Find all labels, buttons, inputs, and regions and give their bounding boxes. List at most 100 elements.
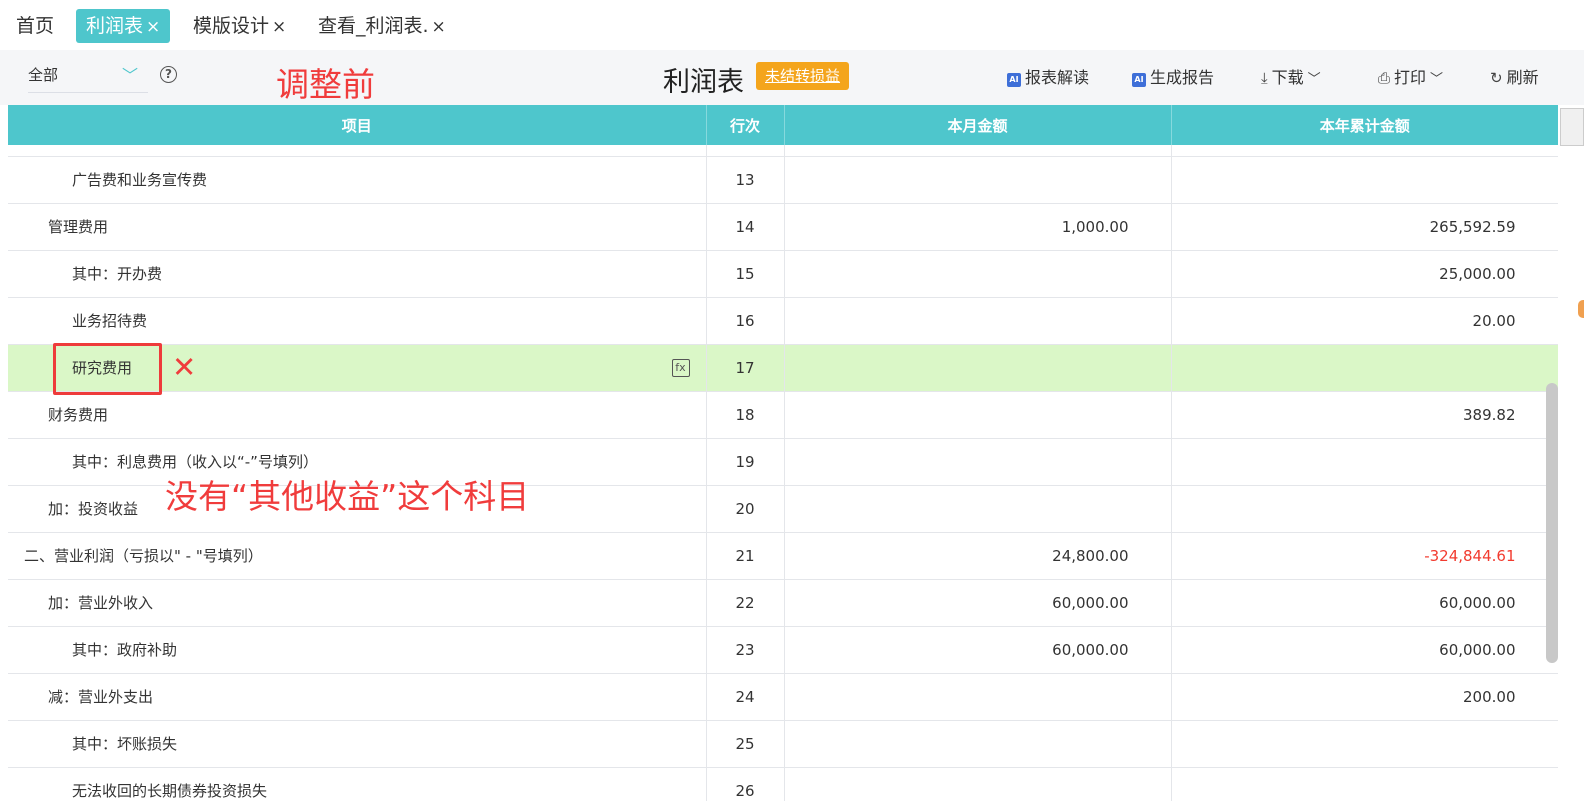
row-month-amount[interactable]: 60,000.00	[784, 579, 1172, 627]
row-ytd-amount[interactable]: 60,000.00	[1171, 626, 1558, 674]
row-line-no: 17	[706, 344, 785, 392]
table-row[interactable]: 二、营业利润（亏损以" - "号填列） 21 24,800.00 -324,84…	[8, 532, 1558, 580]
row-item-name: 其中：开办费	[8, 250, 707, 298]
header-item: 项目	[8, 105, 707, 145]
row-ytd-amount[interactable]	[1171, 344, 1558, 392]
report-interpret-button[interactable]: AI 报表解读	[1007, 66, 1089, 90]
table-row[interactable]: 加：营业外收入 22 60,000.00 60,000.00	[8, 579, 1558, 627]
scope-selected-value: 全部	[28, 66, 59, 84]
annotation-missing-account: 没有“其他收益”这个科目	[165, 477, 530, 516]
row-ytd-amount[interactable]: 20.00	[1171, 297, 1558, 345]
cross-icon: ✕	[172, 350, 197, 384]
row-month-amount[interactable]	[784, 344, 1172, 392]
row-line-no: 15	[706, 250, 785, 298]
table-row-selected[interactable]: 研究费用 fx 17	[8, 344, 1558, 392]
download-button[interactable]: ⤓ 下载 ﹀	[1261, 66, 1321, 90]
generate-report-button[interactable]: AI 生成报告	[1132, 66, 1214, 90]
printer-icon: ⎙	[1378, 69, 1391, 87]
scope-select[interactable]: 全部 ﹀	[28, 60, 148, 93]
row-item-name: 二、营业利润（亏损以" - "号填列）	[8, 532, 707, 580]
row-item-name: 减：营业外支出	[8, 673, 707, 721]
ai-icon: AI	[1132, 73, 1146, 87]
row-month-amount[interactable]	[784, 391, 1172, 439]
row-ytd-amount[interactable]	[1171, 438, 1558, 486]
tab-income-statement[interactable]: 利润表 ×	[76, 9, 171, 43]
ai-icon: AI	[1007, 73, 1021, 87]
row-line-no: 20	[706, 485, 785, 533]
tab-template-design[interactable]: 模版设计 ×	[193, 9, 286, 43]
row-month-amount[interactable]	[784, 485, 1172, 533]
download-icon: ⤓	[1261, 69, 1268, 87]
tab-view-income-statement[interactable]: 查看_利润表. ×	[318, 9, 446, 43]
table-row[interactable]: 管理费用 14 1,000.00 265,592.59	[8, 203, 1558, 251]
row-month-amount[interactable]	[784, 297, 1172, 345]
scrollbar-thumb[interactable]	[1546, 383, 1558, 663]
row-ytd-amount[interactable]: 25,000.00	[1171, 250, 1558, 298]
row-ytd-amount[interactable]: 265,592.59	[1171, 203, 1558, 251]
header-ytd-amount: 本年累计金额	[1171, 105, 1558, 145]
row-ytd-amount[interactable]	[1171, 156, 1558, 204]
row-month-amount[interactable]	[784, 438, 1172, 486]
annotation-highlight-box	[53, 343, 162, 395]
row-ytd-amount[interactable]	[1171, 485, 1558, 533]
refresh-button[interactable]: ↻ 刷新	[1490, 66, 1539, 90]
table-row[interactable]: 广告费和业务宣传费 13	[8, 156, 1558, 204]
annotation-before-adjustment: 调整前	[276, 65, 375, 104]
row-ytd-amount[interactable]: 60,000.00	[1171, 579, 1558, 627]
tab-home[interactable]: 首页	[16, 9, 54, 43]
row-line-no: 16	[706, 297, 785, 345]
row-item-name: 其中：政府补助	[8, 626, 707, 674]
row-line-no: 23	[706, 626, 785, 674]
row-month-amount[interactable]	[784, 767, 1172, 801]
row-month-amount[interactable]: 60,000.00	[784, 626, 1172, 674]
row-month-amount[interactable]	[784, 673, 1172, 721]
row-item-name: 加：营业外收入	[8, 579, 707, 627]
help-icon[interactable]: ?	[160, 66, 177, 83]
row-ytd-amount[interactable]: -324,844.61	[1171, 532, 1558, 580]
side-float-handle[interactable]	[1578, 300, 1584, 318]
row-item-name: 无法收回的长期债券投资损失	[8, 767, 707, 801]
row-line-no: 14	[706, 203, 785, 251]
refresh-icon: ↻	[1490, 69, 1503, 87]
close-icon[interactable]: ×	[432, 17, 446, 37]
chevron-down-icon: ﹀	[1307, 72, 1321, 87]
tab-bar: 首页 利润表 × 模版设计 × 查看_利润表. ×	[0, 0, 1584, 50]
header-line-no: 行次	[706, 105, 785, 145]
table-row[interactable]: 其中：政府补助 23 60,000.00 60,000.00	[8, 626, 1558, 674]
row-month-amount[interactable]	[784, 720, 1172, 768]
scrollbar-track[interactable]	[1558, 105, 1584, 801]
close-icon[interactable]: ×	[146, 17, 160, 37]
row-line-no: 22	[706, 579, 785, 627]
chevron-down-icon: ﹀	[122, 66, 139, 85]
edit-formula-icon[interactable]: fx	[671, 358, 690, 377]
row-month-amount[interactable]: 24,800.00	[784, 532, 1172, 580]
unclosed-pl-badge[interactable]: 未结转损益	[756, 62, 850, 90]
report-toolbar: 全部 ﹀ ? 调整前 利润表 未结转损益 AI 报表解读 AI 生成报告 ⤓ 下载 ﹀ …	[0, 50, 1584, 105]
row-ytd-amount[interactable]	[1171, 767, 1558, 801]
table-header-row: 项目 行次 本月金额 本年累计金额	[8, 105, 1558, 145]
close-icon[interactable]: ×	[272, 17, 286, 37]
row-ytd-amount[interactable]: 389.82	[1171, 391, 1558, 439]
row-line-no: 21	[706, 532, 785, 580]
row-line-no: 18	[706, 391, 785, 439]
row-item-name: 其中：坏账损失	[8, 720, 707, 768]
scroll-top-button[interactable]	[1560, 108, 1584, 146]
table-row[interactable]: 财务费用 18 389.82	[8, 391, 1558, 439]
row-month-amount[interactable]: 1,000.00	[784, 203, 1172, 251]
row-month-amount[interactable]	[784, 250, 1172, 298]
row-ytd-amount[interactable]: 200.00	[1171, 673, 1558, 721]
table-row[interactable]: 无法收回的长期债券投资损失 26	[8, 767, 1558, 801]
row-item-name: 管理费用	[8, 203, 707, 251]
row-month-amount[interactable]	[784, 156, 1172, 204]
row-line-no: 24	[706, 673, 785, 721]
print-button[interactable]: ⎙ 打印 ﹀	[1378, 66, 1443, 90]
row-line-no: 13	[706, 156, 785, 204]
table-row[interactable]: 减：营业外支出 24 200.00	[8, 673, 1558, 721]
table-row[interactable]: 其中：开办费 15 25,000.00	[8, 250, 1558, 298]
table-row[interactable]: 业务招待费 16 20.00	[8, 297, 1558, 345]
table-row[interactable]: 其中：坏账损失 25	[8, 720, 1558, 768]
chevron-down-icon: ﹀	[1430, 72, 1444, 87]
income-statement-table: 项目 行次 本月金额 本年累计金额 广告费和业务宣传费 13 管理费用 14 1…	[8, 105, 1558, 801]
row-item-name: 业务招待费	[8, 297, 707, 345]
row-ytd-amount[interactable]	[1171, 720, 1558, 768]
